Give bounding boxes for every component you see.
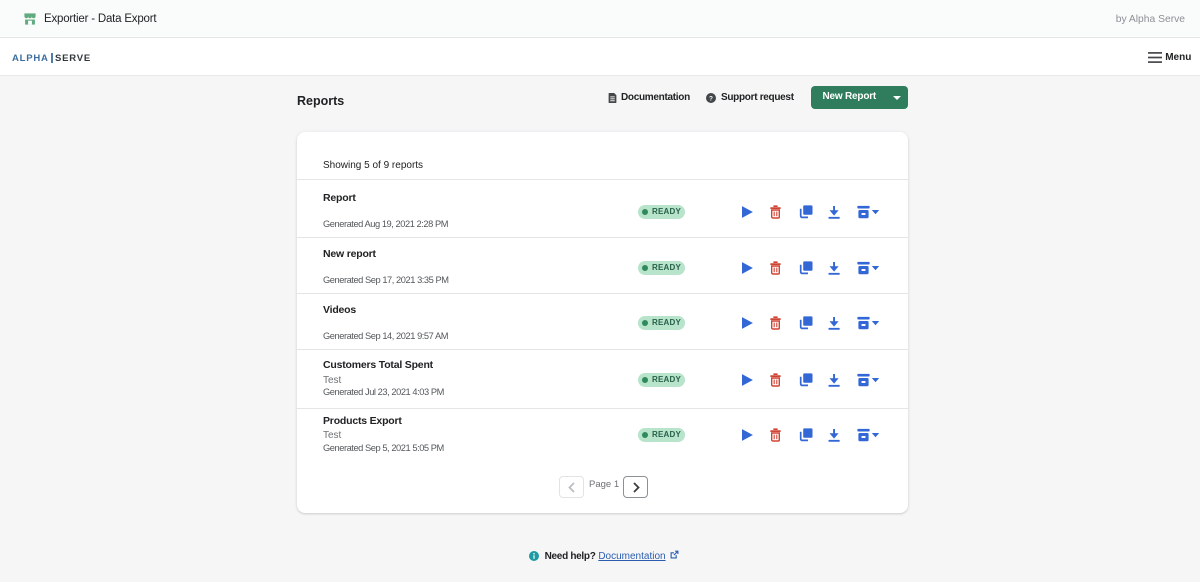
svg-text:?: ? <box>709 95 713 102</box>
